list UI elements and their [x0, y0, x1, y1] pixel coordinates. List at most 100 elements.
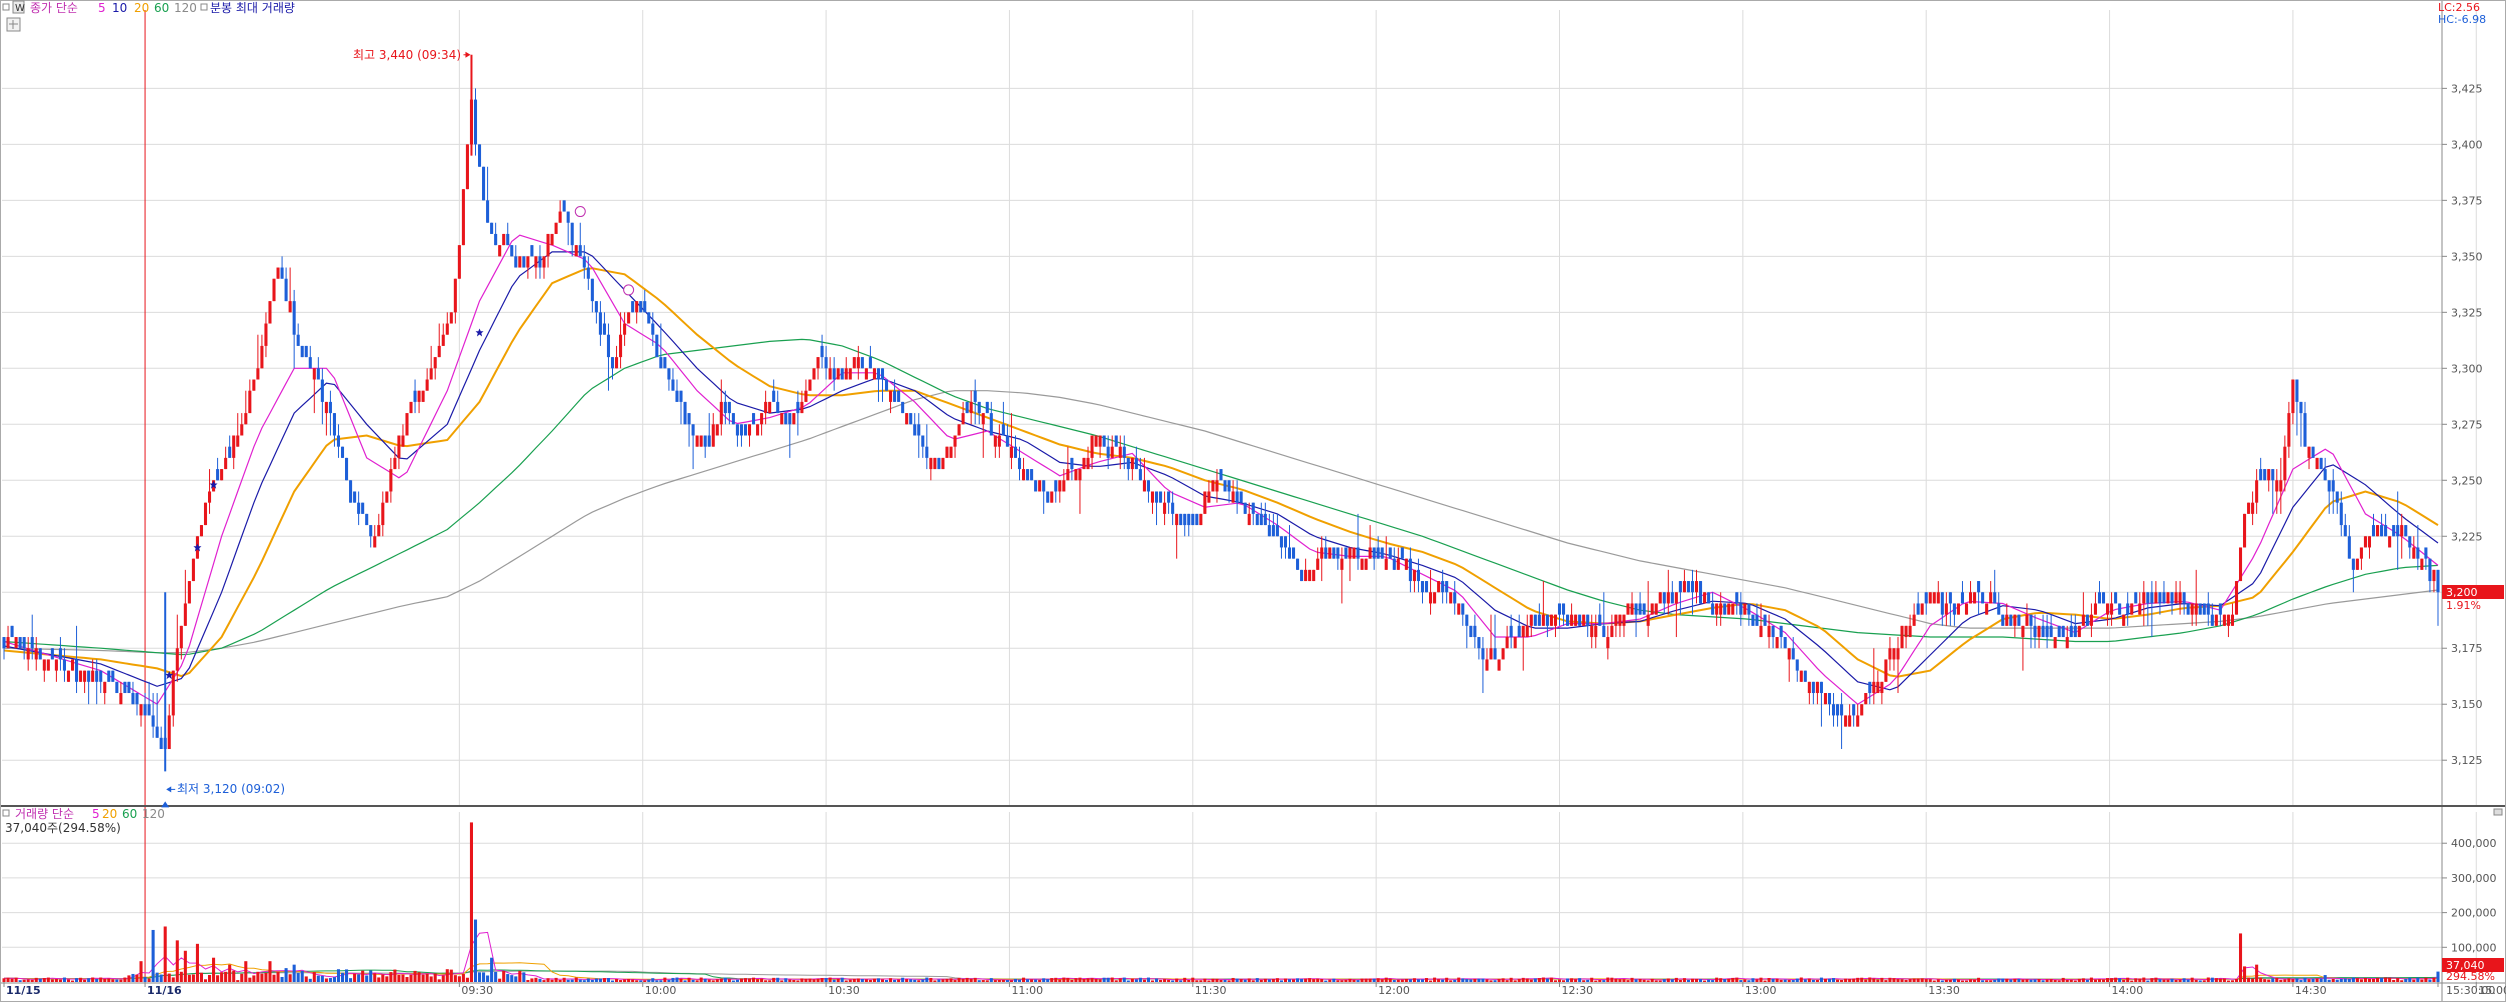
candle-body: [1497, 659, 1501, 671]
candle-body: [578, 245, 582, 257]
candle-body: [260, 345, 264, 369]
candle-body: [1146, 480, 1150, 492]
candle-body: [961, 413, 965, 425]
candle-body: [1183, 513, 1187, 526]
current-volume-ratio: 294.58%: [2446, 970, 2495, 983]
candle-body: [2057, 625, 2061, 638]
volume-bar: [320, 975, 324, 982]
candle-body: [1283, 536, 1288, 548]
price-tick-label: 3,375: [2451, 194, 2483, 207]
candle-body: [562, 200, 566, 212]
volume-bar: [1223, 979, 1227, 982]
volume-bar: [1247, 978, 1251, 982]
volume-legend-period-60: 60: [122, 807, 137, 821]
volume-bar: [1634, 979, 1638, 982]
candle-body: [1102, 435, 1106, 447]
volume-bar: [236, 980, 240, 982]
candle-body: [401, 435, 405, 447]
volume-bar: [1682, 978, 1686, 982]
volume-bar: [1719, 978, 1723, 982]
candle-body: [389, 469, 393, 492]
candle-body: [413, 390, 417, 402]
volume-bar: [925, 977, 929, 982]
volume-bar: [1175, 978, 1179, 982]
candle-body: [1239, 491, 1243, 503]
candle-body: [812, 368, 816, 380]
volume-bar: [880, 979, 885, 982]
candle-body: [808, 379, 812, 391]
volume-bar: [800, 978, 804, 982]
volume-bar: [1154, 978, 1159, 982]
candle-body: [2210, 614, 2214, 626]
candle-body: [925, 446, 929, 458]
candle-body: [1626, 603, 1630, 615]
volume-bar: [619, 980, 623, 982]
candle-body: [199, 525, 204, 537]
volume-bar: [377, 977, 381, 982]
candle-body: [590, 278, 594, 302]
candle-body: [272, 278, 276, 302]
candle-body: [42, 659, 46, 671]
volume-bar: [1324, 980, 1328, 982]
high-price-label: 최고 3,440 (09:34): [353, 48, 461, 62]
volume-bar: [663, 977, 667, 982]
volume-bar: [683, 980, 687, 982]
candle-body: [518, 256, 522, 268]
candle-body: [345, 457, 349, 481]
candle-body: [14, 637, 18, 649]
volume-bar: [893, 979, 897, 982]
candle-body: [228, 446, 232, 458]
candle-body: [2359, 547, 2363, 559]
candle-body: [288, 301, 292, 313]
volume-bar: [1437, 979, 1441, 982]
candle-body: [312, 368, 316, 380]
volume-bar: [453, 975, 457, 982]
candle-body: [1836, 704, 1840, 716]
candle-body: [1594, 625, 1598, 638]
volume-bar: [1364, 978, 1368, 982]
volume-bar: [465, 977, 469, 982]
time-tick-label: 13:30: [1928, 984, 1960, 997]
volume-bar: [1034, 979, 1038, 982]
volume-bar: [2134, 978, 2138, 982]
volume-bar: [534, 977, 538, 982]
candle-body: [913, 424, 917, 436]
candle-body: [2420, 558, 2424, 570]
volume-bar: [643, 980, 647, 982]
volume-bar: [441, 975, 445, 982]
legend-period-120: 120: [174, 1, 197, 15]
stock-chart[interactable]: 3,125 3,150 3,175 3,200 3,225 3,250 3,275 3,300…: [0, 0, 2506, 1002]
volume-bar: [840, 977, 844, 982]
volume-bar: [232, 970, 236, 982]
volume-bar: [884, 980, 889, 982]
candle-body: [2162, 592, 2166, 604]
volume-bar: [1630, 977, 1634, 982]
candle-body: [2363, 536, 2367, 548]
volume-bar: [602, 978, 606, 982]
volume-bar: [340, 972, 345, 982]
candle-body: [1545, 614, 1549, 626]
time-tick-label: 11:00: [1011, 984, 1043, 997]
volume-bar: [1195, 980, 1199, 982]
candle-body: [627, 312, 631, 324]
candle-body: [2428, 558, 2432, 582]
candle-body: [1356, 547, 1360, 559]
candle-body: [1118, 446, 1122, 458]
volume-bar: [1203, 978, 1207, 982]
candle-body: [1501, 648, 1505, 660]
volume-bar: [284, 968, 288, 982]
volume-bar: [1062, 977, 1066, 982]
volume-bar: [1396, 979, 1400, 982]
volume-bar: [1549, 977, 1553, 982]
legend-period-5: 5: [98, 1, 106, 15]
candle-body: [1445, 581, 1449, 593]
candle-body: [606, 334, 611, 358]
volume-bar: [1570, 978, 1574, 982]
volume-bar: [99, 977, 103, 982]
volume-bar: [2263, 979, 2267, 982]
volume-bar: [2174, 979, 2178, 982]
volume-bar: [727, 979, 731, 982]
candle-body: [2307, 446, 2311, 458]
volume-bar: [1767, 977, 1771, 982]
volume-bar: [2400, 980, 2404, 982]
